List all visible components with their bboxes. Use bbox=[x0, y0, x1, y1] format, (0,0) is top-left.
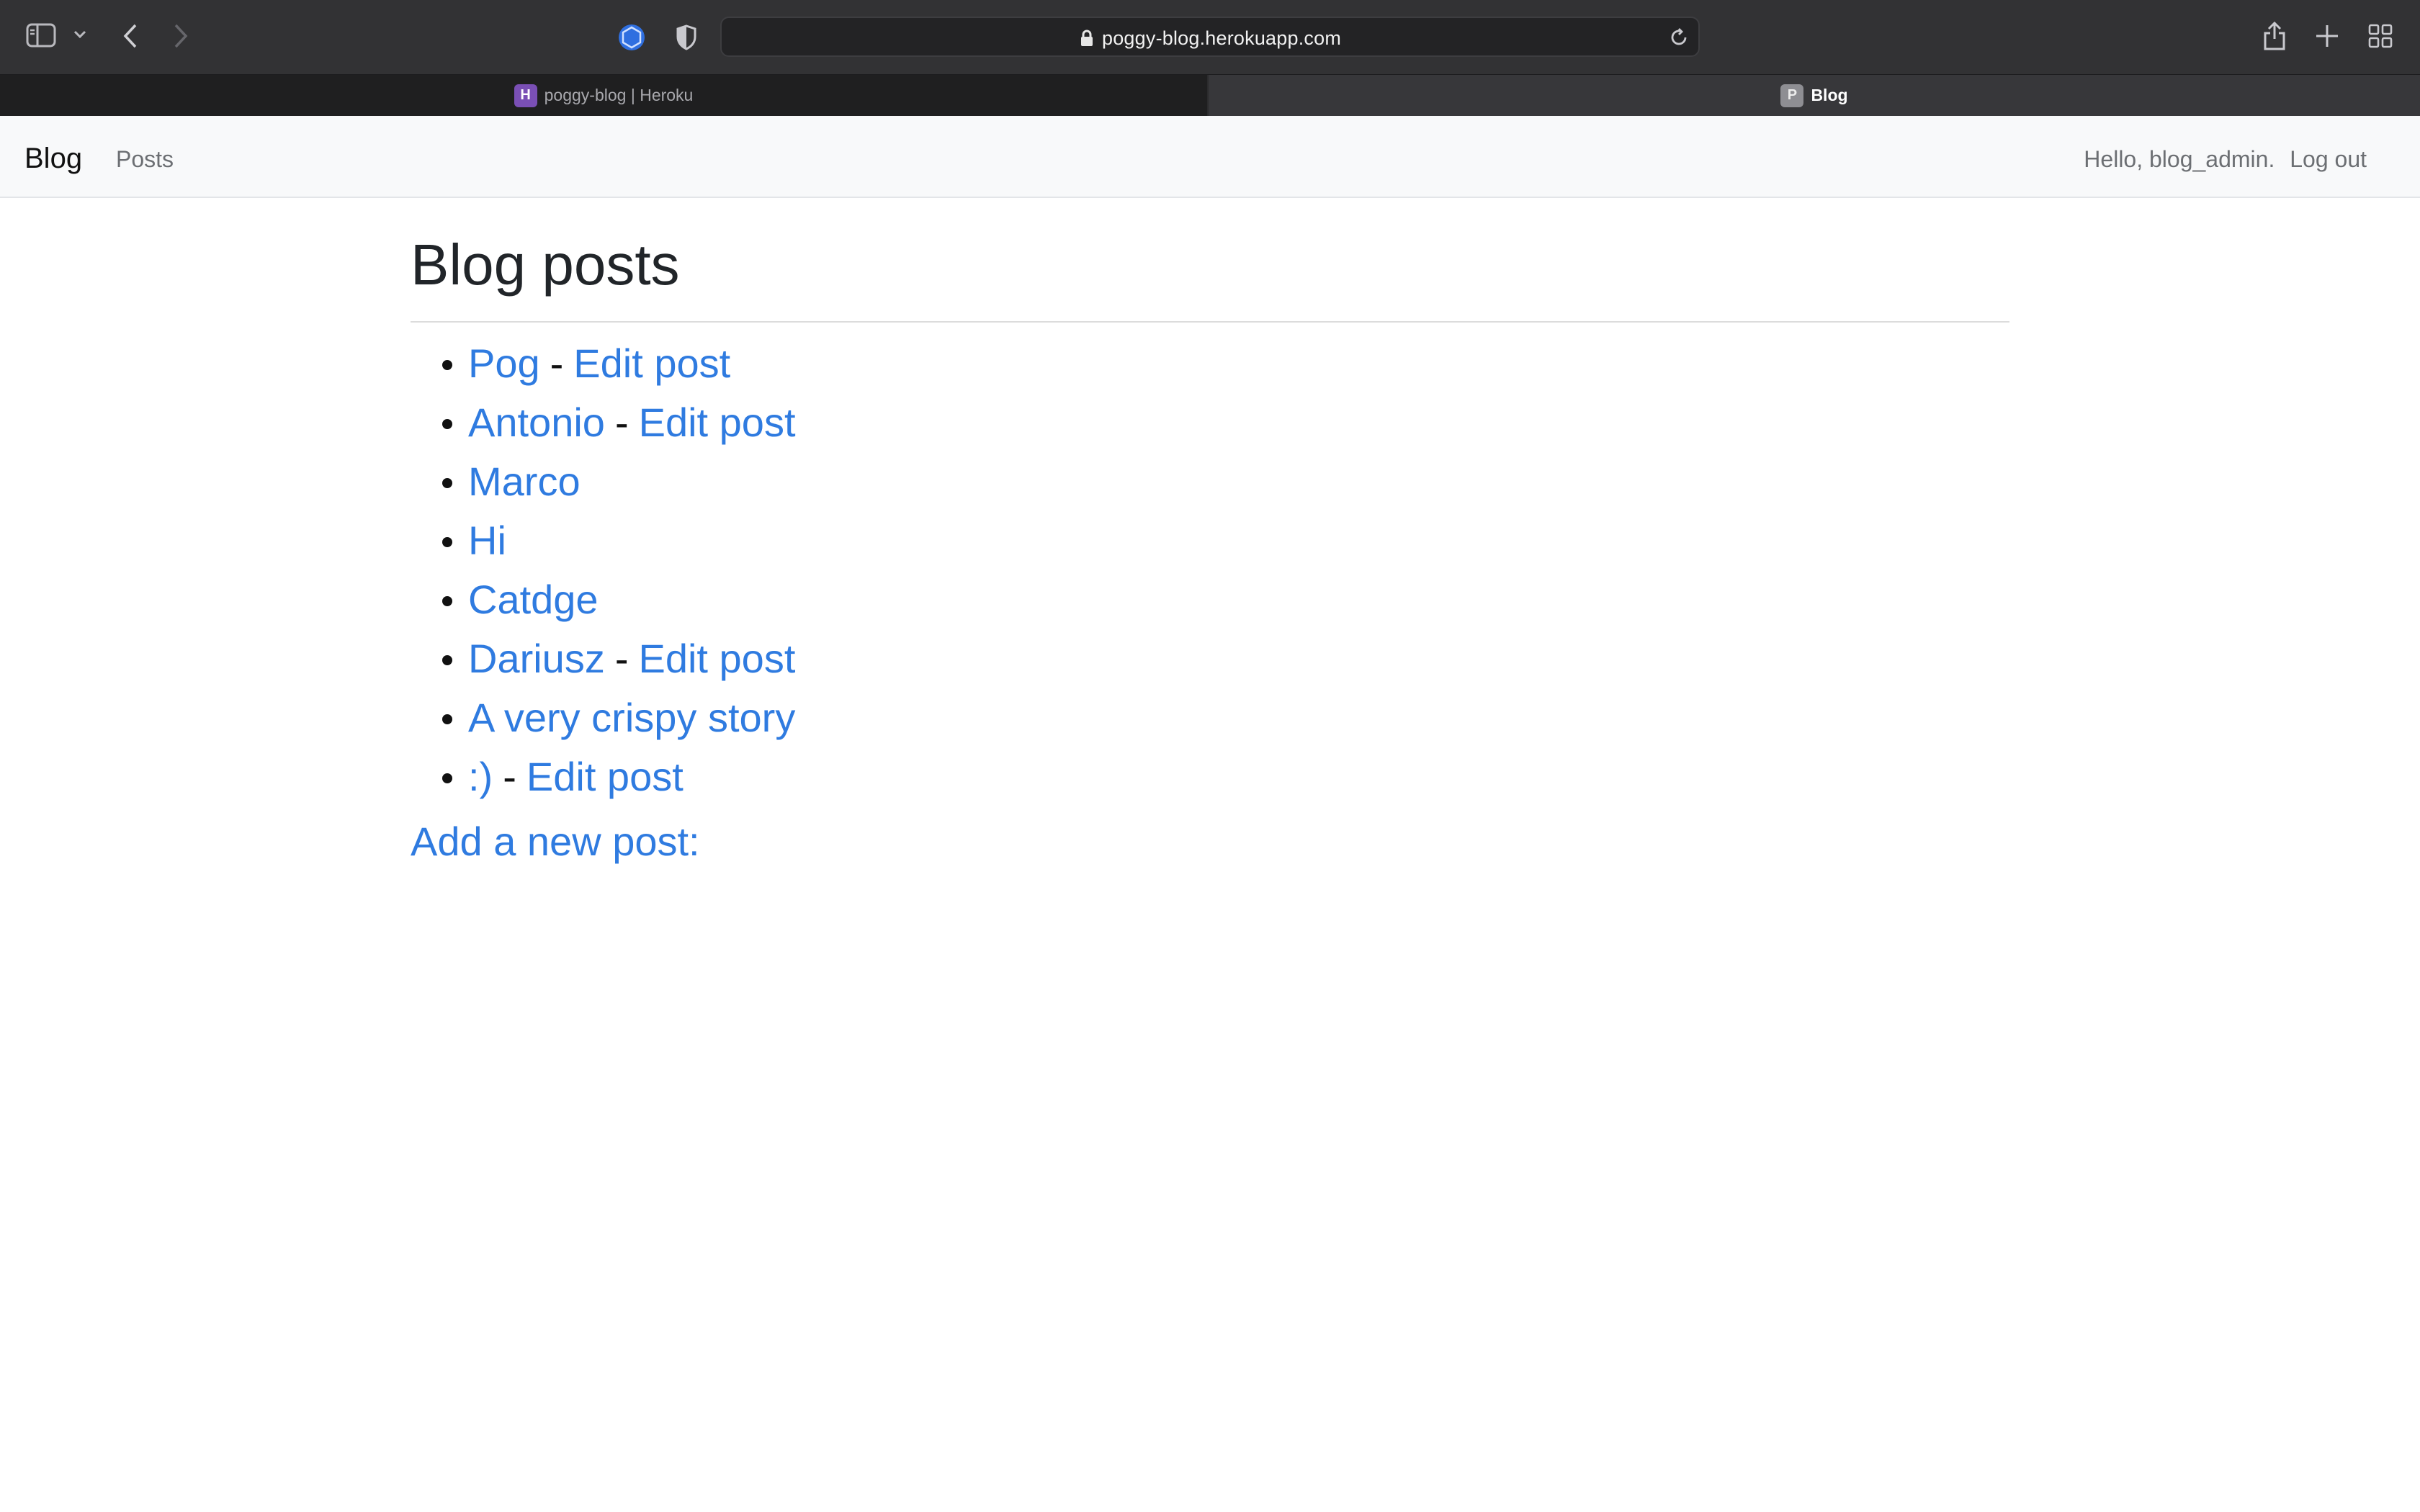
extension-icon[interactable] bbox=[617, 23, 646, 52]
tab-title: Blog bbox=[1811, 86, 1848, 104]
post-title-link[interactable]: Hi bbox=[468, 518, 506, 563]
grid-icon[interactable] bbox=[2368, 24, 2393, 48]
edit-post-link[interactable]: Edit post bbox=[526, 754, 684, 799]
tab-blog[interactable]: P Blog bbox=[1209, 75, 2420, 116]
post-title-link[interactable]: Marco bbox=[468, 459, 581, 504]
post-title-link[interactable]: Dariusz bbox=[468, 636, 605, 681]
separator: - bbox=[614, 636, 629, 681]
url-text: poggy-blog.herokuapp.com bbox=[1102, 27, 1342, 49]
list-item: Pog - Edit post bbox=[411, 334, 2009, 393]
sidebar-icon[interactable] bbox=[26, 22, 58, 50]
post-list: Pog - Edit post Antonio - Edit post Marco Hi… bbox=[411, 334, 2009, 806]
bullet-icon bbox=[442, 419, 452, 429]
edit-post-link[interactable]: Edit post bbox=[638, 636, 795, 681]
edit-post-link[interactable]: Edit post bbox=[639, 400, 796, 445]
bullet-icon bbox=[442, 714, 452, 724]
browser-toolbar: poggy-blog.herokuapp.com bbox=[0, 0, 2420, 74]
bullet-icon bbox=[442, 773, 452, 783]
blog-favicon-icon: P bbox=[1780, 84, 1804, 107]
logout-link[interactable]: Log out bbox=[2290, 146, 2367, 172]
bullet-icon bbox=[442, 596, 452, 606]
plus-icon[interactable] bbox=[2314, 23, 2340, 49]
separator: - bbox=[503, 754, 516, 799]
add-new-post-link[interactable]: Add a new post: bbox=[411, 816, 2009, 867]
list-item: Catdge bbox=[411, 570, 2009, 629]
list-item: Antonio - Edit post bbox=[411, 393, 2009, 452]
page-title: Blog posts bbox=[411, 233, 680, 297]
separator: - bbox=[614, 400, 629, 445]
tab-heroku[interactable]: H poggy-blog | Heroku bbox=[0, 75, 1207, 116]
share-icon[interactable] bbox=[2262, 20, 2287, 52]
list-item: Marco bbox=[411, 452, 2009, 511]
list-item: :) - Edit post bbox=[411, 747, 2009, 806]
edit-post-link[interactable]: Edit post bbox=[573, 341, 730, 386]
site-navbar: Blog Posts Hello, blog_admin. Log out bbox=[0, 116, 2420, 198]
brand-link[interactable]: Blog bbox=[24, 142, 82, 175]
nav-posts-link[interactable]: Posts bbox=[116, 145, 174, 174]
heroku-favicon-icon: H bbox=[514, 84, 537, 107]
post-title-link[interactable]: :) bbox=[468, 754, 493, 799]
lock-icon bbox=[1080, 30, 1094, 50]
reload-icon[interactable] bbox=[1668, 27, 1690, 52]
user-greeting: Hello, blog_admin. Log out bbox=[2084, 145, 2367, 174]
bullet-icon bbox=[442, 478, 452, 488]
shield-icon[interactable] bbox=[676, 24, 697, 50]
bullet-icon bbox=[442, 360, 452, 370]
post-title-link[interactable]: Catdge bbox=[468, 577, 599, 622]
list-item: Dariusz - Edit post bbox=[411, 629, 2009, 688]
bullet-icon bbox=[442, 655, 452, 665]
bullet-icon bbox=[442, 537, 452, 547]
post-title-link[interactable]: A very crispy story bbox=[468, 695, 795, 740]
address-bar[interactable]: poggy-blog.herokuapp.com bbox=[720, 17, 1700, 57]
post-title-link[interactable]: Pog bbox=[468, 341, 540, 386]
chevron-left-icon[interactable] bbox=[122, 23, 138, 49]
separator: - bbox=[550, 341, 564, 386]
main-content: Blog posts Pog - Edit post Antonio - Edit po… bbox=[411, 230, 2009, 867]
chevron-down-icon[interactable] bbox=[73, 30, 86, 39]
title-divider bbox=[411, 321, 2009, 323]
list-item: A very crispy story bbox=[411, 688, 2009, 747]
post-title-link[interactable]: Antonio bbox=[468, 400, 605, 445]
tab-title: poggy-blog | Heroku bbox=[544, 86, 694, 104]
list-item: Hi bbox=[411, 511, 2009, 570]
greeting-text: Hello, blog_admin. bbox=[2084, 146, 2275, 172]
tab-bar: H poggy-blog | Heroku P Blog bbox=[0, 74, 2420, 116]
chevron-right-icon[interactable] bbox=[173, 23, 189, 49]
